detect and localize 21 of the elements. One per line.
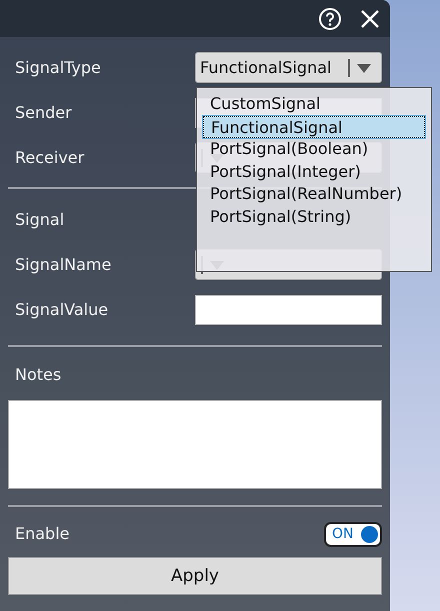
field-label: SignalName [15,254,112,276]
notes-label: Notes [15,364,62,386]
toggle-switch[interactable]: ON [324,522,382,546]
dropdown-option[interactable]: CustomSignal [203,93,425,116]
dropdown-option[interactable]: FunctionalSignal [203,116,425,138]
input-field[interactable] [195,294,382,324]
field-label: Sender [15,102,72,124]
dropdown-option[interactable]: PortSignal(RealNumber) [203,183,425,206]
apply-button[interactable]: Apply [8,557,382,595]
dropdown-option[interactable]: PortSignal(Integer) [203,160,425,184]
field-label: SignalValue [15,298,108,320]
notes-field[interactable] [8,400,382,489]
dropdown-option[interactable]: PortSignal(Boolean) [203,138,425,161]
help-icon[interactable] [318,6,342,30]
dropdown-option[interactable]: PortSignal(String) [203,206,425,229]
field-label: SignalType [15,56,101,78]
combo-box[interactable]: FunctionalSignal [195,52,382,83]
field-label: Signal [15,208,64,230]
dropdown-list[interactable]: CustomSignal FunctionalSignal PortSignal(Boolean) PortSignal(Integer) PortSignal(RealNumber) PortSignal(String) [196,87,432,272]
field-label: Receiver [15,146,84,168]
enable-label: Enable [15,523,70,545]
